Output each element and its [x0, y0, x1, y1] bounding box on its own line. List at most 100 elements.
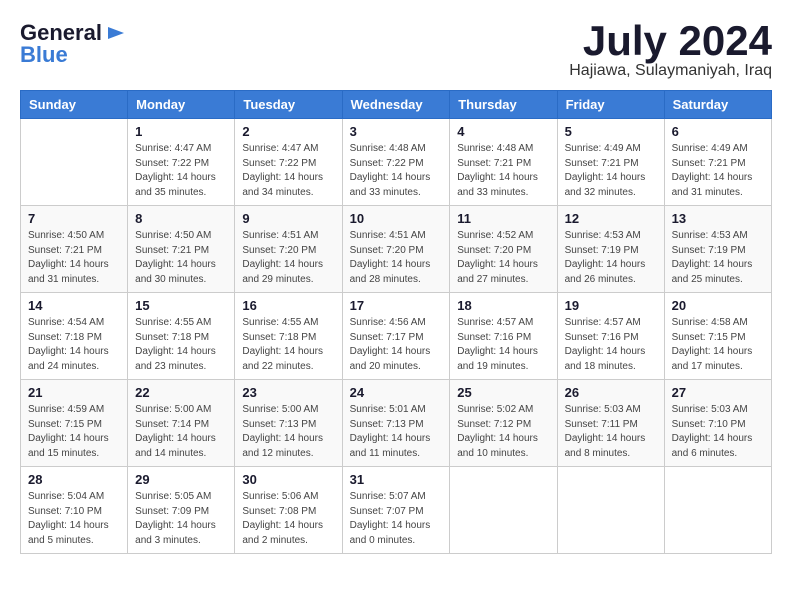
day-number: 19 — [565, 298, 657, 313]
day-header-friday: Friday — [557, 91, 664, 119]
day-number: 18 — [457, 298, 549, 313]
day-number: 16 — [242, 298, 334, 313]
day-number: 31 — [350, 472, 443, 487]
calendar-header-row: SundayMondayTuesdayWednesdayThursdayFrid… — [21, 91, 772, 119]
day-info: Sunrise: 4:53 AMSunset: 7:19 PMDaylight:… — [672, 229, 764, 287]
day-number: 12 — [565, 211, 657, 226]
calendar-cell: 22 Sunrise: 5:00 AMSunset: 7:14 PMDayligh… — [128, 380, 235, 467]
day-number: 10 — [350, 211, 443, 226]
calendar-cell — [450, 467, 557, 554]
day-info: Sunrise: 4:53 AMSunset: 7:19 PMDaylight:… — [565, 229, 657, 287]
day-info: Sunrise: 5:05 AMSunset: 7:09 PMDaylight:… — [135, 490, 227, 548]
day-number: 8 — [135, 211, 227, 226]
day-number: 2 — [242, 124, 334, 139]
day-number: 28 — [28, 472, 120, 487]
day-info: Sunrise: 5:00 AMSunset: 7:14 PMDaylight:… — [135, 403, 227, 461]
day-info: Sunrise: 4:54 AMSunset: 7:18 PMDaylight:… — [28, 316, 120, 374]
calendar-cell: 20 Sunrise: 4:58 AMSunset: 7:15 PMDayligh… — [664, 293, 771, 380]
calendar-cell: 23 Sunrise: 5:00 AMSunset: 7:13 PMDayligh… — [235, 380, 342, 467]
day-number: 21 — [28, 385, 120, 400]
day-info: Sunrise: 4:52 AMSunset: 7:20 PMDaylight:… — [457, 229, 549, 287]
calendar-cell: 19 Sunrise: 4:57 AMSunset: 7:16 PMDayligh… — [557, 293, 664, 380]
calendar-table: SundayMondayTuesdayWednesdayThursdayFrid… — [20, 90, 772, 554]
day-info: Sunrise: 4:56 AMSunset: 7:17 PMDaylight:… — [350, 316, 443, 374]
day-number: 4 — [457, 124, 549, 139]
day-header-thursday: Thursday — [450, 91, 557, 119]
calendar-cell — [21, 119, 128, 206]
day-info: Sunrise: 4:57 AMSunset: 7:16 PMDaylight:… — [565, 316, 657, 374]
day-info: Sunrise: 4:55 AMSunset: 7:18 PMDaylight:… — [242, 316, 334, 374]
calendar-cell: 14 Sunrise: 4:54 AMSunset: 7:18 PMDayligh… — [21, 293, 128, 380]
calendar-cell: 11 Sunrise: 4:52 AMSunset: 7:20 PMDayligh… — [450, 206, 557, 293]
logo: General Blue — [20, 20, 126, 68]
calendar-cell: 17 Sunrise: 4:56 AMSunset: 7:17 PMDayligh… — [342, 293, 450, 380]
calendar-cell: 31 Sunrise: 5:07 AMSunset: 7:07 PMDayligh… — [342, 467, 450, 554]
day-info: Sunrise: 4:50 AMSunset: 7:21 PMDaylight:… — [28, 229, 120, 287]
day-info: Sunrise: 5:03 AMSunset: 7:10 PMDaylight:… — [672, 403, 764, 461]
calendar-cell: 2 Sunrise: 4:47 AMSunset: 7:22 PMDaylight… — [235, 119, 342, 206]
day-info: Sunrise: 5:02 AMSunset: 7:12 PMDaylight:… — [457, 403, 549, 461]
calendar-week-4: 28 Sunrise: 5:04 AMSunset: 7:10 PMDayligh… — [21, 467, 772, 554]
calendar-cell: 27 Sunrise: 5:03 AMSunset: 7:10 PMDayligh… — [664, 380, 771, 467]
calendar-cell — [664, 467, 771, 554]
day-number: 14 — [28, 298, 120, 313]
day-info: Sunrise: 4:55 AMSunset: 7:18 PMDaylight:… — [135, 316, 227, 374]
day-info: Sunrise: 4:49 AMSunset: 7:21 PMDaylight:… — [565, 142, 657, 200]
calendar-cell: 21 Sunrise: 4:59 AMSunset: 7:15 PMDayligh… — [21, 380, 128, 467]
day-info: Sunrise: 4:58 AMSunset: 7:15 PMDaylight:… — [672, 316, 764, 374]
calendar-cell: 28 Sunrise: 5:04 AMSunset: 7:10 PMDayligh… — [21, 467, 128, 554]
day-info: Sunrise: 5:00 AMSunset: 7:13 PMDaylight:… — [242, 403, 334, 461]
logo-arrow-icon — [106, 23, 126, 43]
day-number: 30 — [242, 472, 334, 487]
calendar-cell: 3 Sunrise: 4:48 AMSunset: 7:22 PMDaylight… — [342, 119, 450, 206]
calendar-week-0: 1 Sunrise: 4:47 AMSunset: 7:22 PMDaylight… — [21, 119, 772, 206]
logo-blue: Blue — [20, 42, 68, 68]
day-number: 11 — [457, 211, 549, 226]
day-header-tuesday: Tuesday — [235, 91, 342, 119]
day-info: Sunrise: 5:04 AMSunset: 7:10 PMDaylight:… — [28, 490, 120, 548]
calendar-week-3: 21 Sunrise: 4:59 AMSunset: 7:15 PMDayligh… — [21, 380, 772, 467]
day-info: Sunrise: 5:06 AMSunset: 7:08 PMDaylight:… — [242, 490, 334, 548]
day-info: Sunrise: 5:01 AMSunset: 7:13 PMDaylight:… — [350, 403, 443, 461]
day-number: 27 — [672, 385, 764, 400]
day-number: 22 — [135, 385, 227, 400]
day-info: Sunrise: 4:51 AMSunset: 7:20 PMDaylight:… — [350, 229, 443, 287]
calendar-body: 1 Sunrise: 4:47 AMSunset: 7:22 PMDaylight… — [21, 119, 772, 554]
day-info: Sunrise: 4:48 AMSunset: 7:22 PMDaylight:… — [350, 142, 443, 200]
day-header-sunday: Sunday — [21, 91, 128, 119]
day-number: 26 — [565, 385, 657, 400]
calendar-cell: 13 Sunrise: 4:53 AMSunset: 7:19 PMDayligh… — [664, 206, 771, 293]
month-title: July 2024 — [569, 20, 772, 62]
calendar-week-1: 7 Sunrise: 4:50 AMSunset: 7:21 PMDaylight… — [21, 206, 772, 293]
calendar-cell — [557, 467, 664, 554]
day-number: 13 — [672, 211, 764, 226]
calendar-cell: 18 Sunrise: 4:57 AMSunset: 7:16 PMDayligh… — [450, 293, 557, 380]
calendar-cell: 15Sunrise: 4:55 AMSunset: 7:18 PMDayligh… — [128, 293, 235, 380]
day-info: Sunrise: 4:47 AMSunset: 7:22 PMDaylight:… — [242, 142, 334, 200]
day-info: Sunrise: 4:57 AMSunset: 7:16 PMDaylight:… — [457, 316, 549, 374]
day-number: 20 — [672, 298, 764, 313]
day-number: 25 — [457, 385, 549, 400]
day-header-monday: Monday — [128, 91, 235, 119]
calendar-cell: 26 Sunrise: 5:03 AMSunset: 7:11 PMDayligh… — [557, 380, 664, 467]
day-number: 6 — [672, 124, 764, 139]
day-info: Sunrise: 5:07 AMSunset: 7:07 PMDaylight:… — [350, 490, 443, 548]
calendar-cell: 4Sunrise: 4:48 AMSunset: 7:21 PMDaylight… — [450, 119, 557, 206]
day-info: Sunrise: 4:59 AMSunset: 7:15 PMDaylight:… — [28, 403, 120, 461]
day-number: 1 — [135, 124, 227, 139]
day-number: 5 — [565, 124, 657, 139]
day-info: Sunrise: 5:03 AMSunset: 7:11 PMDaylight:… — [565, 403, 657, 461]
page-header: General Blue July 2024 Hajiawa, Sulayman… — [20, 20, 772, 80]
day-number: 17 — [350, 298, 443, 313]
calendar-cell: 12 Sunrise: 4:53 AMSunset: 7:19 PMDayligh… — [557, 206, 664, 293]
calendar-cell: 29Sunrise: 5:05 AMSunset: 7:09 PMDayligh… — [128, 467, 235, 554]
calendar-cell: 5 Sunrise: 4:49 AMSunset: 7:21 PMDaylight… — [557, 119, 664, 206]
location-title: Hajiawa, Sulaymaniyah, Iraq — [569, 62, 772, 80]
day-number: 7 — [28, 211, 120, 226]
day-info: Sunrise: 4:50 AMSunset: 7:21 PMDaylight:… — [135, 229, 227, 287]
title-section: July 2024 Hajiawa, Sulaymaniyah, Iraq — [569, 20, 772, 80]
calendar-cell: 24Sunrise: 5:01 AMSunset: 7:13 PMDayligh… — [342, 380, 450, 467]
day-header-wednesday: Wednesday — [342, 91, 450, 119]
day-number: 3 — [350, 124, 443, 139]
day-number: 23 — [242, 385, 334, 400]
